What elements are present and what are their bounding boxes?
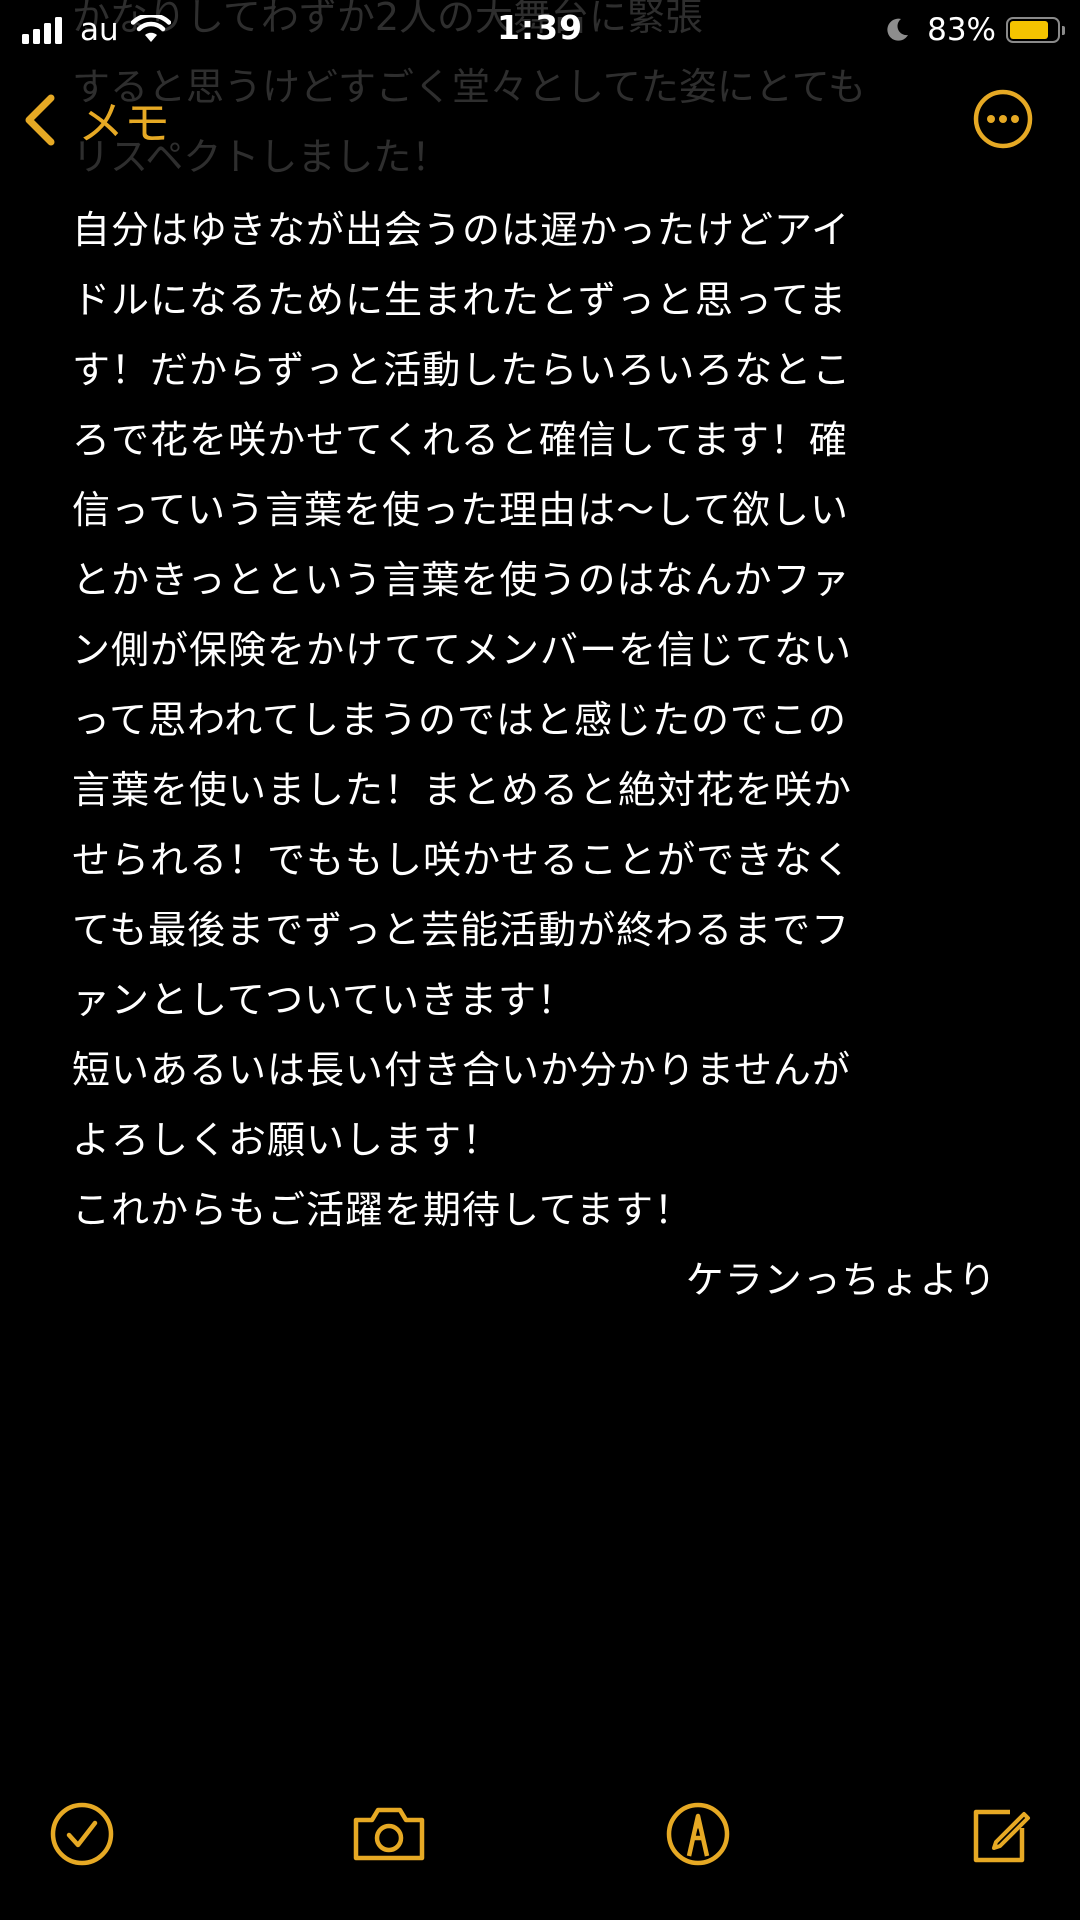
- ellipsis-circle-icon[interactable]: [972, 88, 1034, 150]
- status-right: 83%: [883, 10, 1065, 50]
- note-line: せられる！でももし咲かせることができなく: [72, 838, 853, 882]
- back-label: メモ: [78, 96, 170, 150]
- note-body[interactable]: 自分はゆきなが出会うのは遅かったけどアイ ドルになるために生まれたとずっと思って…: [72, 195, 997, 1315]
- bottom-toolbar: [0, 1770, 1080, 1920]
- back-button[interactable]: メモ: [22, 88, 170, 152]
- moon-icon: [887, 18, 909, 41]
- checklist-icon[interactable]: [48, 1800, 116, 1868]
- note-line: これからもご活躍を期待してます！: [72, 1188, 693, 1232]
- note-line: ろで花を咲かせてくれると確信してます！確: [72, 418, 848, 462]
- note-line: ドルになるために生まれたとずっと思ってま: [72, 278, 848, 322]
- battery-percent: 83%: [927, 12, 996, 48]
- note-line: す！だからずっと活動したらいろいろなとこ: [72, 348, 852, 392]
- note-signature: ケランっちょより: [685, 1258, 997, 1302]
- navigation-bar: メモ: [0, 60, 1080, 180]
- chevron-left-icon: [25, 94, 55, 146]
- battery-icon: [1006, 17, 1065, 43]
- note-line: よろしくお願いします！: [72, 1118, 502, 1162]
- camera-icon[interactable]: [350, 1800, 428, 1868]
- note-line: 信っていう言葉を使った理由は〜して欲しい: [72, 488, 849, 532]
- note-line: 短いあるいは長い付き合いか分かりませんが: [72, 1048, 851, 1092]
- status-bar: au 1:39 83%: [0, 0, 1080, 60]
- note-line: 言葉を使いました！まとめると絶対花を咲か: [72, 768, 853, 812]
- compose-icon[interactable]: [966, 1800, 1034, 1868]
- note-line: って思われてしまうのではと感じたのでこの: [72, 698, 848, 742]
- note-line: とかきっとという言葉を使うのはなんかファ: [72, 558, 851, 602]
- note-line: 自分はゆきなが出会うのは遅かったけどアイ: [72, 208, 851, 252]
- note-line: ても最後までずっと芸能活動が終わるまでフ: [72, 908, 851, 952]
- markup-icon[interactable]: [664, 1800, 732, 1868]
- battery-fill: [1010, 21, 1049, 39]
- note-line: ン側が保険をかけててメンバーを信じてない: [72, 628, 853, 672]
- note-line: ァンとしてついていきます！: [72, 978, 576, 1022]
